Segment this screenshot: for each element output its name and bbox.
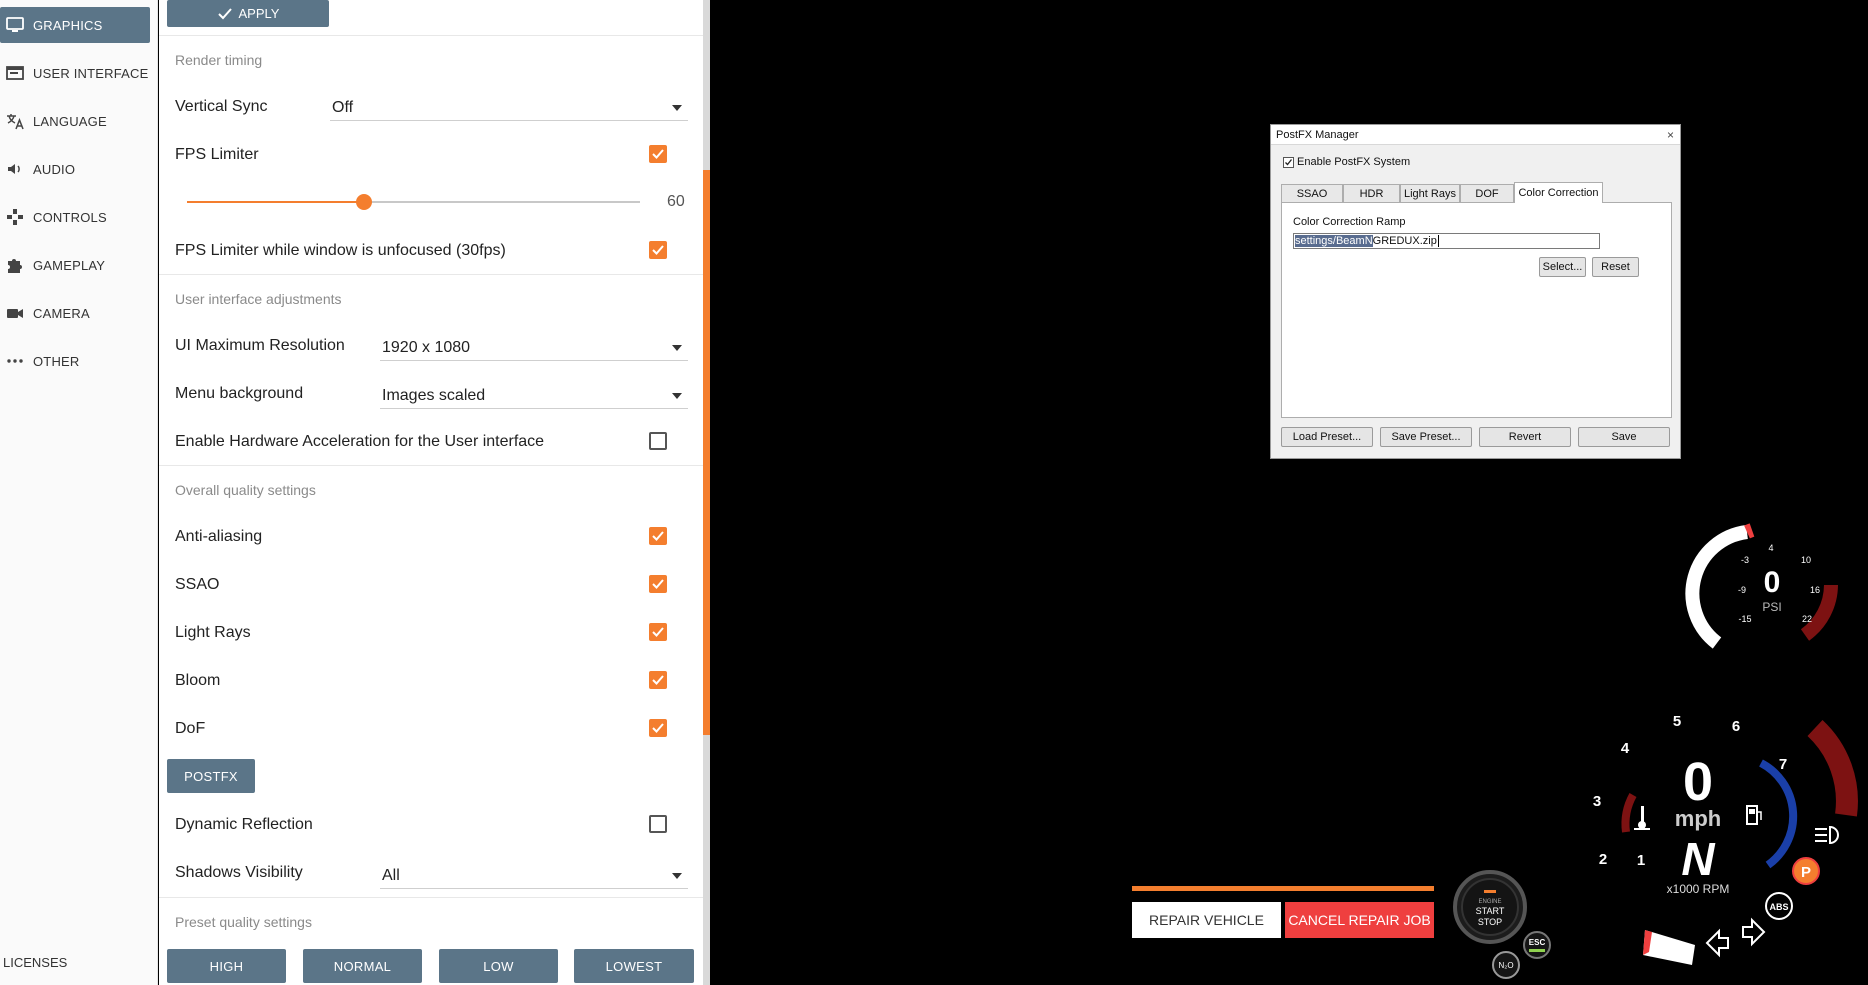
- start-stop-line3: STOP: [1478, 917, 1502, 927]
- boost-tick: -3: [1741, 555, 1749, 565]
- vehicle-hud: ENGINE START STOP ESC N₂O 4 -3 10 -9 16 …: [1453, 523, 1858, 979]
- boost-tick: 4: [1768, 543, 1773, 553]
- rpm-tick: 4: [1621, 740, 1630, 757]
- turn-left-arrow-icon: [1705, 928, 1729, 958]
- n2o-label: N₂O: [1498, 961, 1513, 970]
- speedometer-gauge: 1 2 3 4 5 6 7 0 mph N x1000 RPM P ABS: [1593, 713, 1858, 965]
- boost-tick: -15: [1738, 614, 1751, 624]
- fuel-icon: [1746, 805, 1762, 825]
- boost-tick: 16: [1810, 585, 1820, 595]
- engine-start-stop-button[interactable]: ENGINE START STOP: [1453, 870, 1527, 944]
- boost-gauge: 4 -3 10 -9 16 -15 22 0 PSI: [1685, 523, 1838, 649]
- tab-color-correction[interactable]: Color Correction: [1514, 182, 1603, 203]
- start-stop-line2: START: [1476, 906, 1505, 916]
- rpm-tick: 6: [1732, 718, 1740, 735]
- n2o-toggle-button[interactable]: N₂O: [1492, 951, 1520, 979]
- headlight-icon: [1815, 825, 1839, 845]
- rpm-tick: 3: [1593, 793, 1601, 810]
- boost-value: 0: [1764, 566, 1781, 599]
- abs-label: ABS: [1769, 902, 1788, 912]
- rpm-tick: 5: [1673, 713, 1681, 730]
- boost-tick: 10: [1801, 555, 1811, 565]
- esc-label: ESC: [1529, 938, 1546, 947]
- rpm-tick: 1: [1637, 852, 1645, 869]
- speed-value: 0: [1683, 752, 1713, 812]
- parking-label: P: [1801, 864, 1811, 881]
- boost-tick: -9: [1738, 585, 1746, 595]
- boost-tick: 22: [1802, 614, 1812, 624]
- temperature-icon: [1634, 806, 1650, 830]
- rpm-tick: 2: [1599, 851, 1607, 868]
- speed-unit: mph: [1675, 806, 1721, 831]
- rpm-unit: x1000 RPM: [1667, 882, 1730, 896]
- parking-brake-icon: P: [1792, 857, 1820, 885]
- boost-unit: PSI: [1762, 600, 1781, 614]
- esc-toggle-button[interactable]: ESC: [1523, 931, 1551, 959]
- rpm-tick: 7: [1779, 756, 1787, 773]
- turn-right-arrow-icon: [1742, 917, 1766, 947]
- start-stop-line1: ENGINE: [1478, 899, 1501, 905]
- gear-indicator: N: [1681, 833, 1715, 885]
- abs-icon: ABS: [1765, 892, 1793, 920]
